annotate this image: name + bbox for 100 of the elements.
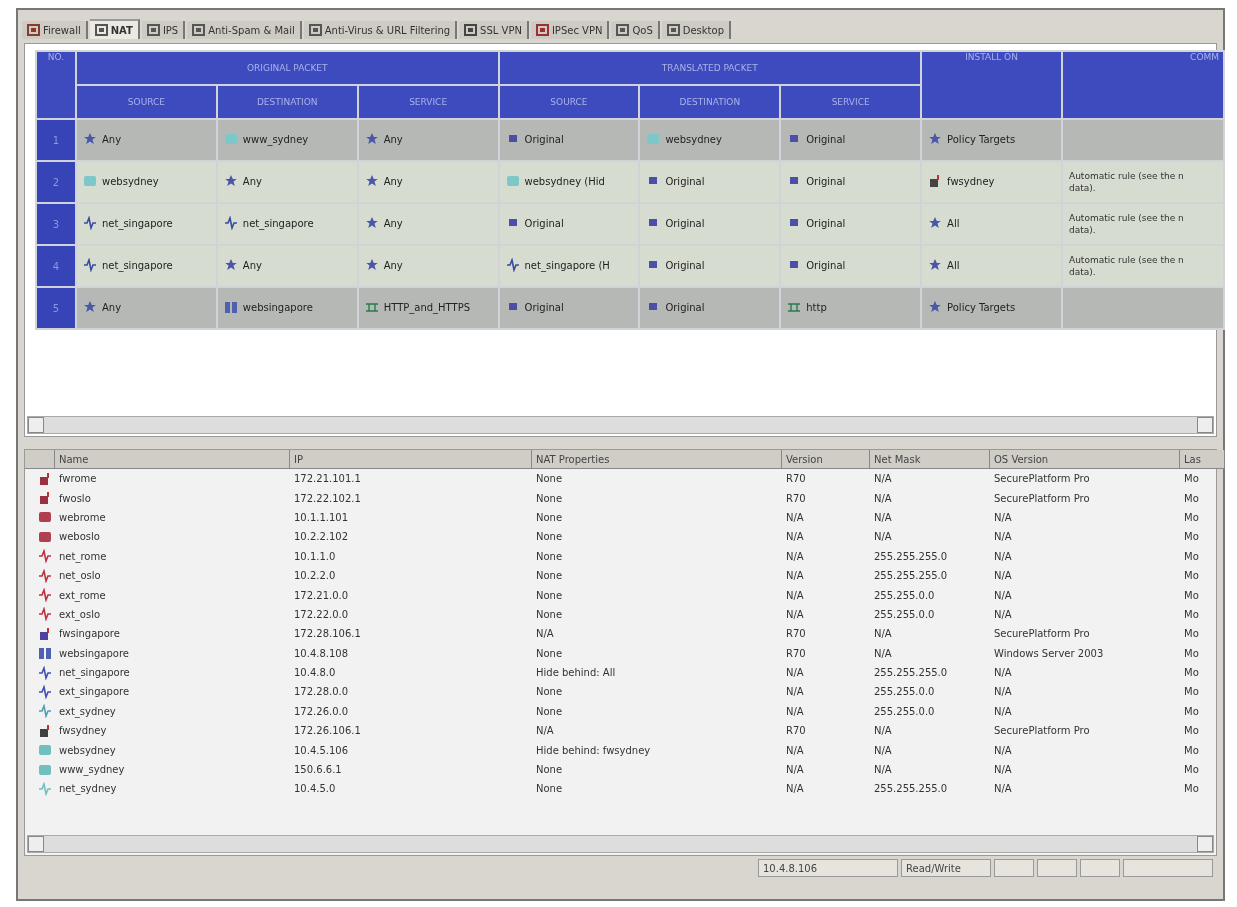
column-header[interactable]: Version <box>782 450 870 469</box>
tab[interactable]: Firewall <box>22 21 88 39</box>
table-cell-text: websingapore <box>58 646 130 661</box>
table-cell: websingapore <box>217 288 357 328</box>
table-cell-text: None <box>535 530 564 545</box>
table-cell-text: ext_singapore <box>58 685 131 700</box>
table-cell-text: N/A <box>873 510 893 525</box>
table-cell-text: fwsingapore <box>58 627 121 642</box>
tab[interactable]: IPS <box>141 21 186 39</box>
table-cell-text: 172.21.0.0 <box>293 588 350 603</box>
column-header: SOURCE <box>499 86 639 118</box>
table-cell-text: N/A <box>785 588 805 603</box>
table-cell-text: None <box>535 607 564 622</box>
star-icon <box>223 174 238 188</box>
tab[interactable]: IPSec VPN <box>530 21 610 39</box>
table-cell-text: Hide behind: fwsydney <box>535 743 652 758</box>
table-cell-text: N/A <box>785 510 805 525</box>
table-cell: net_singapore <box>77 204 216 244</box>
table-cell-text: 172.26.0.0 <box>293 704 350 719</box>
table-cell: websydney <box>640 120 780 160</box>
table-cell: Original <box>499 288 639 328</box>
table-cell-text: 255.255.255.0 <box>873 569 949 584</box>
table-cell-text: Mo <box>1183 607 1200 622</box>
status-field: 10.4.8.106 <box>758 859 898 877</box>
table-cell-text: net_rome <box>58 549 108 565</box>
table-cell-text: 10.4.5.106 <box>293 743 350 758</box>
column-header[interactable]: IP <box>290 450 532 469</box>
table-cell-text: Mo <box>1183 685 1200 700</box>
rule-number: 4 <box>37 246 75 286</box>
tab[interactable]: NAT <box>89 19 140 39</box>
column-header: DESTINATION <box>217 86 357 118</box>
tab[interactable]: Anti-Virus & URL Filtering <box>303 21 458 39</box>
network-icon <box>83 258 97 272</box>
gateway-icon <box>38 491 52 506</box>
table-cell-text: N/A <box>785 704 805 719</box>
rule-number: 1 <box>37 120 75 160</box>
table-cell: net_singapore <box>217 204 357 244</box>
table-cell-text: fwrome <box>58 472 98 487</box>
network-icon <box>38 588 52 603</box>
horizontal-scrollbar[interactable] <box>27 835 1214 853</box>
tab[interactable]: SSL VPN <box>459 21 529 39</box>
table-cell-text: R70 <box>785 627 807 642</box>
table-cell-text: SecurePlatform Pro <box>993 724 1091 739</box>
table-cell-text: N/A <box>785 782 805 797</box>
table-cell-text: Mo <box>1183 627 1200 642</box>
table-cell-text: R70 <box>785 472 807 487</box>
table-cell: Original <box>781 246 921 286</box>
table-cell-text: Mo <box>1183 491 1200 506</box>
table-cell-text: Mo <box>1183 510 1200 525</box>
table-cell-text: 172.22.0.0 <box>293 607 350 622</box>
table-cell-text: ext_sydney <box>58 704 117 720</box>
table-cell-text: N/A <box>993 607 1013 622</box>
table-cell: www_sydney <box>217 120 357 160</box>
column-header[interactable]: Net Mask <box>870 450 990 469</box>
horizontal-scrollbar[interactable] <box>27 416 1214 434</box>
table-cell-text: www_sydney <box>58 763 126 778</box>
star-icon <box>364 132 379 146</box>
table-cell-text: N/A <box>993 588 1013 603</box>
tab[interactable]: QoS <box>611 21 660 39</box>
table-cell: All <box>922 204 1061 244</box>
table-cell-text: N/A <box>993 782 1013 797</box>
status-field <box>1080 859 1120 877</box>
host-icon <box>223 132 238 146</box>
table-cell-text: N/A <box>785 743 805 758</box>
tab[interactable]: Anti-Spam & Mail <box>187 21 302 39</box>
table-cell-text: N/A <box>993 666 1013 681</box>
table-cell-text: 10.4.8.108 <box>293 646 350 661</box>
column-header <box>25 450 55 469</box>
tab-icon <box>308 24 322 36</box>
host-icon <box>38 510 52 525</box>
table-cell: HTTP_and_HTTPS <box>358 288 498 328</box>
table-cell-text: None <box>535 685 564 700</box>
table-cell-text: N/A <box>785 569 805 584</box>
table-cell: Any <box>358 120 498 160</box>
service-icon <box>364 300 379 314</box>
column-header[interactable]: OS Version <box>990 450 1180 469</box>
table-cell-text: Mo <box>1183 588 1200 603</box>
table-cell-text: fwsydney <box>58 724 108 739</box>
table-cell-text: Windows Server 2003 <box>993 646 1105 661</box>
table-cell-text: N/A <box>873 724 893 739</box>
table-cell: Any <box>358 162 498 202</box>
table-cell: Any <box>77 288 216 328</box>
star-icon <box>928 258 943 272</box>
column-header[interactable]: Las <box>1180 450 1225 469</box>
tab[interactable]: Desktop <box>661 21 731 39</box>
column-header[interactable]: Name <box>55 450 290 469</box>
network-icon <box>38 685 52 699</box>
table-cell-text: websydney <box>58 743 117 758</box>
tab-icon <box>146 24 160 36</box>
table-cell: Original <box>499 204 639 244</box>
table-cell-text: 255.255.0.0 <box>873 704 936 719</box>
server-icon <box>38 646 52 661</box>
star-icon <box>223 258 238 272</box>
table-cell-text: R70 <box>785 646 807 661</box>
column-header: NO. <box>37 52 75 118</box>
table-cell-text: N/A <box>873 472 893 487</box>
table-cell-text: SecurePlatform Pro <box>993 627 1091 642</box>
column-header[interactable]: NAT Properties <box>532 450 782 469</box>
table-cell: Policy Targets <box>922 288 1061 328</box>
table-cell-text: 172.28.106.1 <box>293 627 362 642</box>
